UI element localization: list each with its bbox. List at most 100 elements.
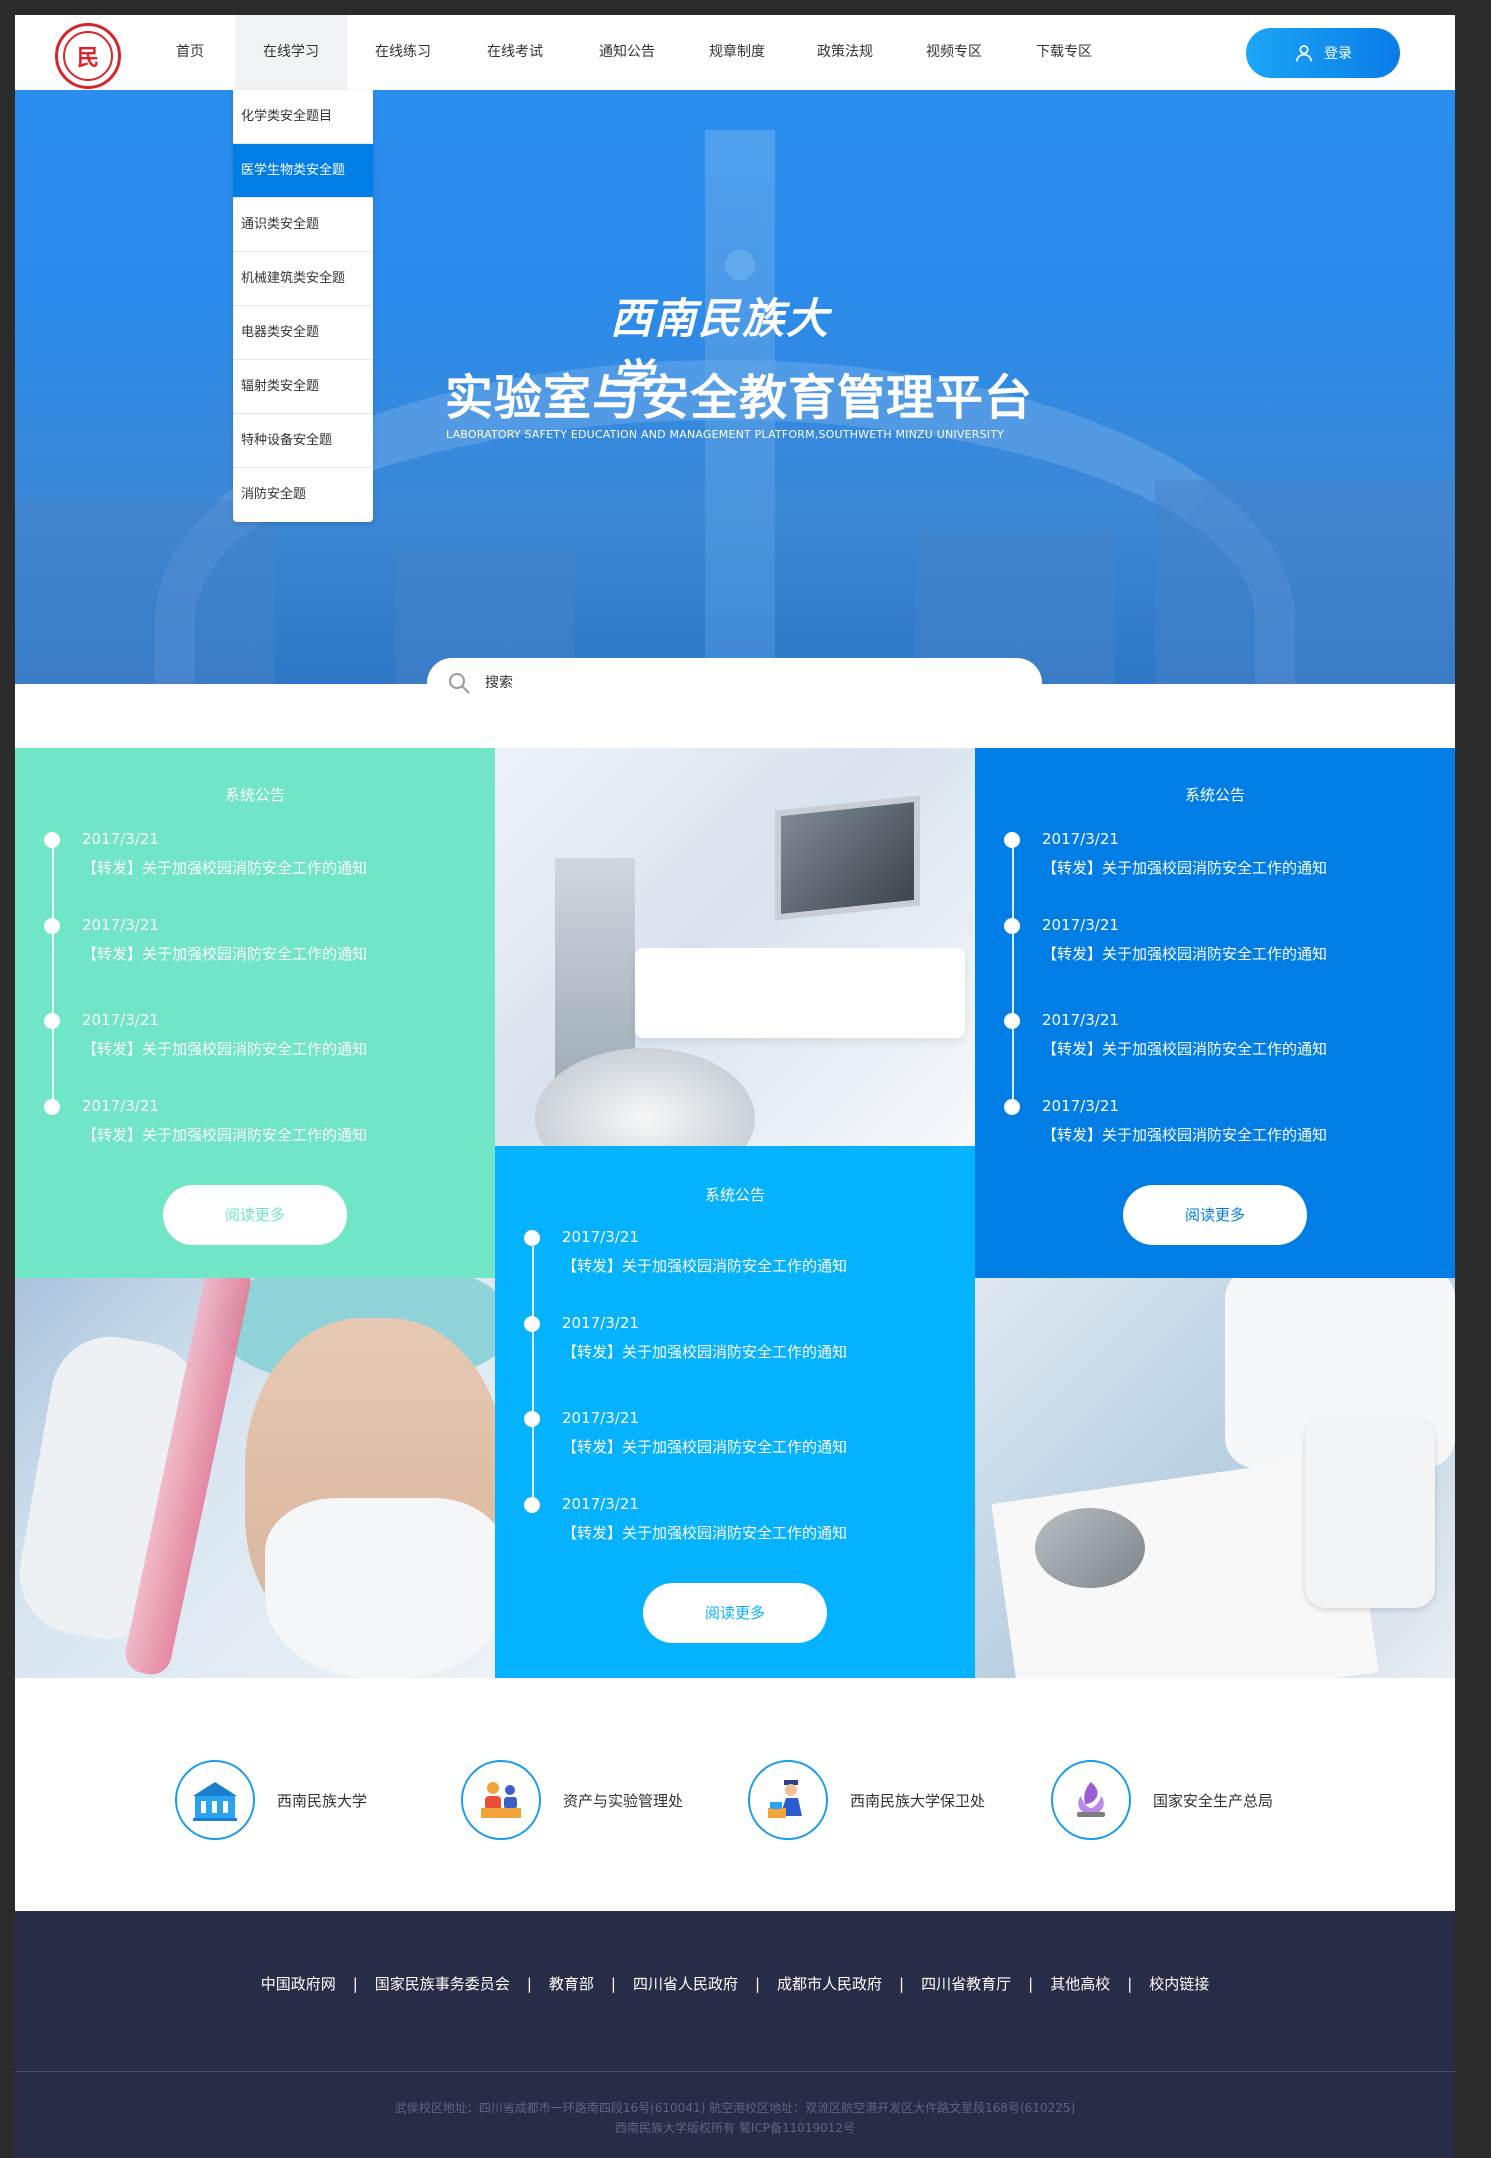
footer-link-ethnic-affairs[interactable]: 国家民族事务委员会 bbox=[375, 1975, 510, 1993]
notice-date: 2017/3/21 bbox=[1042, 1097, 1119, 1115]
timeline-line bbox=[1012, 840, 1014, 1106]
footer-link-other-universities[interactable]: 其他高校 bbox=[1050, 1975, 1110, 1993]
nav-downloads[interactable]: 下载专区 bbox=[1009, 15, 1119, 90]
footer-link-gov[interactable]: 中国政府网 bbox=[261, 1975, 336, 1993]
footer-link-chengdu-gov[interactable]: 成都市人民政府 bbox=[777, 1975, 882, 1993]
page: 民 首页 在线学习 在线练习 在线考试 通知公告 规章制度 政策法规 视频专区 … bbox=[15, 15, 1455, 2158]
study-dropdown-menu: 化学类安全题目 医学生物类安全题 通识类安全题 机械建筑类安全题 电器类安全题 … bbox=[233, 90, 373, 522]
timeline-dot bbox=[44, 1013, 60, 1029]
office-staff-icon bbox=[481, 1782, 521, 1818]
link-icon-circle bbox=[748, 1760, 828, 1840]
footer-separator: | bbox=[754, 1975, 761, 1993]
timeline-dot bbox=[524, 1230, 540, 1246]
notice-link[interactable]: 【转发】关于加强校园消防安全工作的通知 bbox=[1042, 1124, 1327, 1145]
notice-date: 2017/3/21 bbox=[82, 830, 159, 848]
footer: 中国政府网 | 国家民族事务委员会 | 教育部 | 四川省人民政府 | 成都市人民政府 | 四川省教… bbox=[15, 1911, 1455, 2158]
timeline-dot bbox=[1004, 1099, 1020, 1115]
lab-equipment-photo bbox=[495, 748, 975, 1146]
nav-policies[interactable]: 政策法规 bbox=[791, 15, 899, 90]
dropdown-item-chemistry[interactable]: 化学类安全题目 bbox=[233, 90, 373, 144]
university-logo[interactable]: 民 bbox=[55, 23, 121, 89]
notice-link[interactable]: 【转发】关于加强校园消防安全工作的通知 bbox=[82, 943, 367, 964]
notice-link[interactable]: 【转发】关于加强校园消防安全工作的通知 bbox=[1042, 943, 1327, 964]
timeline-dot bbox=[1004, 918, 1020, 934]
security-guard-icon bbox=[768, 1780, 802, 1818]
notice-date: 2017/3/21 bbox=[1042, 830, 1119, 848]
dropdown-item-mechanical-building[interactable]: 机械建筑类安全题 bbox=[233, 252, 373, 306]
link-swun[interactable]: 西南民族大学 bbox=[175, 1760, 367, 1840]
blood-pressure-photo bbox=[975, 1278, 1455, 1678]
notice-date: 2017/3/21 bbox=[562, 1314, 639, 1332]
notice-date: 2017/3/21 bbox=[1042, 916, 1119, 934]
dropdown-item-medical-biology[interactable]: 医学生物类安全题 bbox=[233, 144, 373, 198]
link-asset-lab-office[interactable]: 资产与实验管理处 bbox=[461, 1760, 683, 1840]
nav-online-practice[interactable]: 在线练习 bbox=[347, 15, 459, 90]
notice-title: 系统公告 bbox=[224, 786, 285, 804]
footer-link-campus[interactable]: 校内链接 bbox=[1149, 1975, 1209, 1993]
notice-link[interactable]: 【转发】关于加强校园消防安全工作的通知 bbox=[1042, 1038, 1327, 1059]
link-label: 资产与实验管理处 bbox=[563, 1791, 684, 1810]
nav-regulations[interactable]: 规章制度 bbox=[683, 15, 791, 90]
notice-link[interactable]: 【转发】关于加强校园消防安全工作的通知 bbox=[562, 1255, 847, 1276]
notice-date: 2017/3/21 bbox=[82, 1011, 159, 1029]
notice-link[interactable]: 【转发】关于加强校园消防安全工作的通知 bbox=[82, 1038, 367, 1059]
notice-link[interactable]: 【转发】关于加强校园消防安全工作的通知 bbox=[82, 1124, 367, 1145]
footer-link-sichuan-gov[interactable]: 四川省人民政府 bbox=[633, 1975, 738, 1993]
login-button[interactable]: 登录 bbox=[1246, 28, 1400, 78]
link-icon-circle bbox=[1051, 1760, 1131, 1840]
timeline-line bbox=[532, 1238, 534, 1504]
timeline-dot bbox=[524, 1316, 540, 1332]
university-building-icon bbox=[193, 1782, 237, 1821]
footer-separator: | bbox=[526, 1975, 532, 1993]
notice-link[interactable]: 【转发】关于加强校园消防安全工作的通知 bbox=[1042, 857, 1327, 878]
dropdown-item-radiation[interactable]: 辐射类安全题 bbox=[233, 360, 373, 414]
university-calligraphy-title: 西南民族大学 bbox=[610, 294, 831, 404]
dropdown-item-fire-safety[interactable]: 消防安全题 bbox=[233, 468, 373, 522]
read-more-button[interactable]: 阅读更多 bbox=[643, 1583, 827, 1643]
search-bar bbox=[427, 658, 1042, 708]
footer-nav: 中国政府网 | 国家民族事务委员会 | 教育部 | 四川省人民政府 | 成都市人民政府 | 四川省教… bbox=[15, 1973, 1455, 1994]
notice-date: 2017/3/21 bbox=[562, 1495, 639, 1513]
dropdown-item-electrical[interactable]: 电器类安全题 bbox=[233, 306, 373, 360]
nav-online-exam[interactable]: 在线考试 bbox=[459, 15, 571, 90]
link-state-safety-admin[interactable]: 国家安全生产总局 bbox=[1051, 1760, 1273, 1840]
logo-mark: 民 bbox=[76, 46, 99, 71]
link-icon-circle bbox=[461, 1760, 541, 1840]
campus-building bbox=[15, 500, 275, 684]
notice-panel-blue: 系统公告 2017/3/21 【转发】关于加强校园消防安全工作的通知 2017/3… bbox=[975, 748, 1455, 1278]
footer-divider bbox=[15, 2071, 1455, 2072]
face-mask bbox=[265, 1498, 495, 1678]
read-more-button[interactable]: 阅读更多 bbox=[163, 1185, 347, 1245]
notice-link[interactable]: 【转发】关于加强校园消防安全工作的通知 bbox=[562, 1341, 847, 1362]
dropdown-item-general[interactable]: 通识类安全题 bbox=[233, 198, 373, 252]
footer-copyright: 西南民族大学版权所有 蜀ICP备11019012号 bbox=[614, 2121, 856, 2135]
notice-link[interactable]: 【转发】关于加强校园消防安全工作的通知 bbox=[562, 1436, 847, 1457]
researcher-mask-photo bbox=[15, 1278, 495, 1678]
timeline-dot bbox=[1004, 1013, 1020, 1029]
read-more-button[interactable]: 阅读更多 bbox=[1123, 1185, 1307, 1245]
campus-building bbox=[1155, 480, 1455, 684]
search-input[interactable] bbox=[485, 675, 985, 691]
login-label: 登录 bbox=[1324, 46, 1352, 62]
search-icon[interactable] bbox=[447, 671, 471, 695]
lab-bench bbox=[635, 948, 965, 1038]
footer-link-sichuan-edu[interactable]: 四川省教育厅 bbox=[921, 1975, 1011, 1993]
notice-link[interactable]: 【转发】关于加强校园消防安全工作的通知 bbox=[82, 857, 367, 878]
notice-link[interactable]: 【转发】关于加强校园消防安全工作的通知 bbox=[562, 1522, 847, 1543]
nav-videos[interactable]: 视频专区 bbox=[899, 15, 1009, 90]
link-icon-circle bbox=[175, 1760, 255, 1840]
notice-title: 系统公告 bbox=[1184, 786, 1245, 804]
nav-notices[interactable]: 通知公告 bbox=[571, 15, 683, 90]
notice-date: 2017/3/21 bbox=[82, 1097, 159, 1115]
timeline-dot bbox=[524, 1497, 540, 1513]
notice-date: 2017/3/21 bbox=[1042, 1011, 1119, 1029]
footer-link-moe[interactable]: 教育部 bbox=[549, 1975, 594, 1993]
timeline-dot bbox=[1004, 832, 1020, 848]
notice-date: 2017/3/21 bbox=[82, 916, 159, 934]
nav-home[interactable]: 首页 bbox=[145, 15, 235, 90]
dropdown-item-special-equipment[interactable]: 特种设备安全题 bbox=[233, 414, 373, 468]
header: 民 首页 在线学习 在线练习 在线考试 通知公告 规章制度 政策法规 视频专区 … bbox=[15, 15, 1455, 90]
notice-panel-green: 系统公告 2017/3/21 【转发】关于加强校园消防安全工作的通知 2017/3… bbox=[15, 748, 495, 1278]
nav-online-study[interactable]: 在线学习 bbox=[235, 15, 347, 90]
link-security-office[interactable]: 西南民族大学保卫处 bbox=[748, 1760, 985, 1840]
